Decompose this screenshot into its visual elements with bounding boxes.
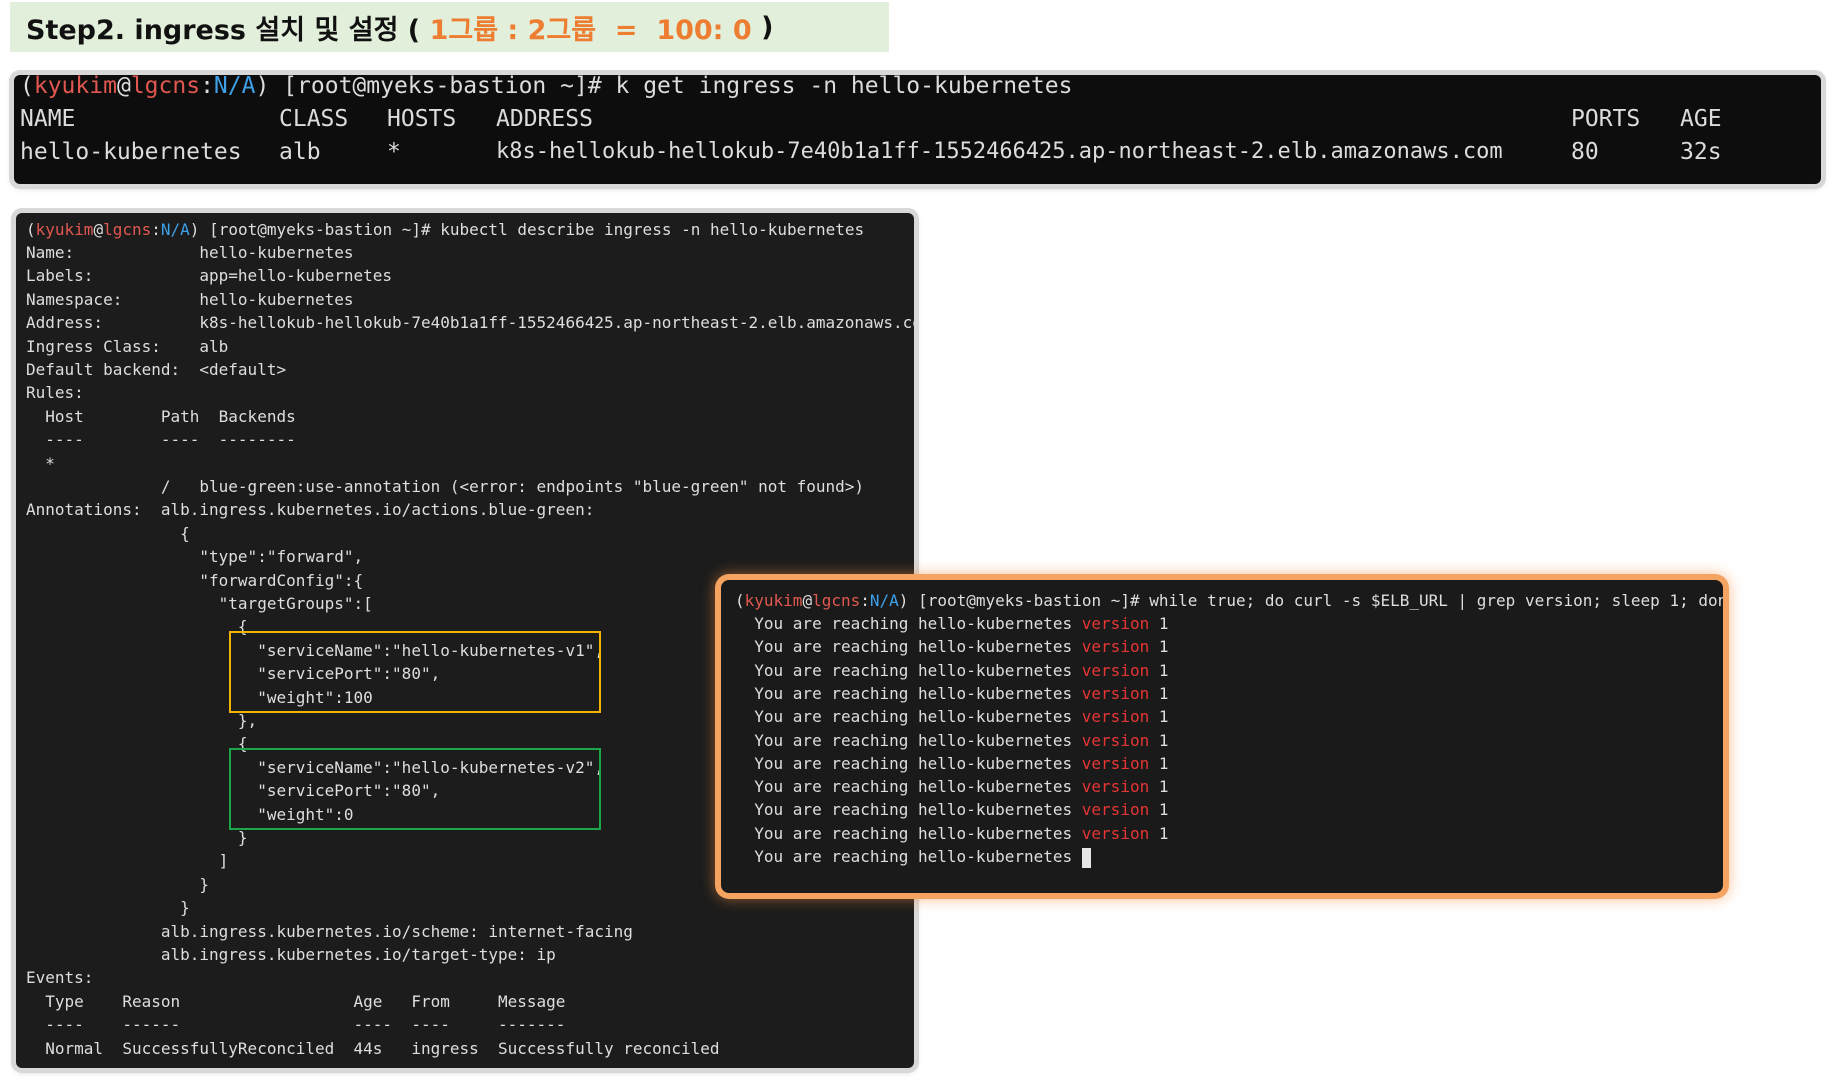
describe-line: *: [26, 453, 55, 473]
describe-line: },: [26, 711, 258, 730]
describe-line: {: [26, 523, 190, 543]
cell-ports: 80: [1571, 139, 1599, 165]
header-age: AGE: [1680, 106, 1722, 132]
version-keyword: version: [1081, 730, 1150, 750]
describe-line: "targetGroups":[: [26, 594, 373, 613]
describe-line: alb.ingress.kubernetes.io/scheme: intern…: [26, 921, 633, 941]
highlight-box-v1: [229, 631, 601, 713]
terminal-get-ingress[interactable]: (kyukim@lgcns:N/A) [root@myeks-bastion ~…: [14, 75, 1821, 184]
describe-line: "forwardConfig":{: [26, 570, 364, 590]
curl-response-line: You are reaching hello-kubernetes versio…: [735, 707, 1169, 727]
describe-line: }: [26, 874, 210, 894]
cell-name: hello-kubernetes: [20, 139, 242, 165]
version-keyword: version: [1081, 753, 1150, 773]
command-text: kubectl describe ingress -n hello-kubern…: [440, 220, 865, 239]
version-keyword: version: [1081, 777, 1150, 797]
describe-line: ---- ------ ---- ---- -------: [26, 1015, 566, 1035]
describe-line: }: [26, 828, 248, 847]
page-title: Step2. ingress 설치 및 설정 ( 1그룹 : 2그룹 = 100…: [10, 2, 889, 52]
curl-response-line: You are reaching hello-kubernetes versio…: [735, 637, 1169, 657]
curl-response-line: You are reaching hello-kubernetes versio…: [735, 823, 1169, 843]
title-prefix: Step2. ingress 설치 및 설정 (: [26, 14, 430, 46]
describe-line: Ingress Class: alb: [26, 336, 229, 356]
cell-class: alb: [279, 139, 321, 165]
describe-line: Labels: app=hello-kubernetes: [26, 266, 393, 286]
describe-line: Annotations: alb.ingress.kubernetes.io/a…: [26, 500, 595, 520]
cell-hosts: *: [387, 139, 401, 165]
curl-response-line: You are reaching hello-kubernetes versio…: [735, 777, 1169, 797]
prompt-line: (kyukim@lgcns:N/A) [root@myeks-bastion ~…: [26, 220, 865, 239]
describe-line: / blue-green:use-annotation (<error: end…: [26, 477, 865, 496]
header-address: ADDRESS: [496, 106, 593, 132]
describe-line: Type Reason Age From Message: [26, 991, 566, 1011]
version-keyword: version: [1081, 683, 1150, 703]
version-keyword: version: [1081, 660, 1150, 680]
version-keyword: version: [1081, 614, 1150, 633]
describe-line: {: [26, 617, 248, 637]
header-hosts: HOSTS: [387, 106, 457, 132]
highlight-box-v2: [229, 748, 601, 830]
prompt-line: (kyukim@lgcns:N/A) [root@myeks-bastion ~…: [735, 591, 1723, 610]
describe-line: {: [26, 734, 248, 754]
cell-age: 32s: [1680, 139, 1722, 165]
header-ports: PORTS: [1571, 106, 1641, 132]
describe-line: alb.ingress.kubernetes.io/target-type: i…: [26, 945, 556, 964]
version-keyword: version: [1081, 823, 1150, 843]
curl-response-line: You are reaching hello-kubernetes versio…: [735, 800, 1169, 820]
curl-response-line-partial: You are reaching hello-kubernetes: [735, 847, 1091, 868]
describe-line: Name: hello-kubernetes: [26, 243, 354, 262]
describe-line: Address: k8s-hellokub-hellokub-7e40b1a1f…: [26, 313, 914, 333]
terminal-curl-loop[interactable]: (kyukim@lgcns:N/A) [root@myeks-bastion ~…: [721, 580, 1723, 893]
header-class: CLASS: [279, 106, 349, 132]
describe-line: ---- ---- --------: [26, 430, 296, 450]
terminal-cursor: [1081, 847, 1091, 868]
title-suffix: ): [751, 11, 774, 43]
curl-response-line: You are reaching hello-kubernetes versio…: [735, 730, 1169, 750]
prompt-line: (kyukim@lgcns:N/A) [root@myeks-bastion ~…: [20, 75, 1073, 99]
describe-line: ]: [26, 851, 229, 871]
curl-response-line: You are reaching hello-kubernetes versio…: [735, 660, 1169, 680]
header-name: NAME: [20, 106, 76, 132]
curl-response-line: You are reaching hello-kubernetes versio…: [735, 753, 1169, 773]
version-keyword: version: [1081, 637, 1150, 657]
describe-line: Rules:: [26, 383, 84, 403]
command-text: k get ingress -n hello-kubernetes: [615, 75, 1073, 99]
cell-address: k8s-hellokub-hellokub-7e40b1a1ff-1552466…: [496, 139, 1503, 164]
describe-line: Events:: [26, 968, 94, 988]
version-keyword: version: [1081, 707, 1150, 727]
describe-line: "type":"forward",: [26, 547, 364, 567]
describe-line: Normal SuccessfullyReconciled 44s ingres…: [26, 1038, 720, 1058]
curl-response-line: You are reaching hello-kubernetes versio…: [735, 683, 1169, 703]
describe-line: Namespace: hello-kubernetes: [26, 289, 354, 309]
describe-line: Default backend: <default>: [26, 360, 287, 379]
command-text: while true; do curl -s $ELB_URL | grep v…: [1149, 591, 1723, 610]
describe-line: }: [26, 898, 190, 918]
describe-line: Host Path Backends: [26, 406, 296, 426]
version-keyword: version: [1081, 800, 1150, 820]
curl-response-line: You are reaching hello-kubernetes versio…: [735, 614, 1169, 633]
title-ratio: 1그룹 : 2그룹 = 100: 0: [429, 14, 752, 46]
